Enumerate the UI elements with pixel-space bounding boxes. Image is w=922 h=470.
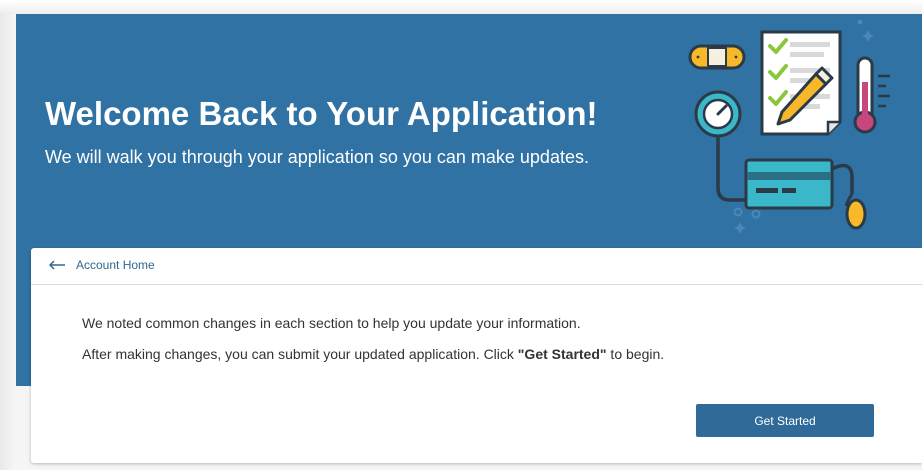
top-edge — [0, 0, 922, 14]
thermometer-icon — [853, 56, 890, 134]
page-frame: Welcome Back to Your Application! We wil… — [0, 0, 922, 470]
arrow-left-icon — [49, 260, 65, 270]
bandage-icon — [688, 44, 746, 70]
card-header: Account Home — [31, 248, 922, 285]
welcome-subtitle: We will walk you through your applicatio… — [45, 147, 589, 167]
get-started-button[interactable]: Get Started — [696, 404, 874, 437]
left-edge — [0, 14, 16, 470]
info-text-changes: We noted common changes in each section … — [82, 315, 581, 331]
info-text-submit-emphasis: "Get Started" — [517, 346, 607, 362]
medical-checklist-illustration — [688, 19, 890, 234]
insurance-card-icon — [744, 158, 834, 210]
info-text-submit-before: After making changes, you can submit you… — [82, 346, 518, 362]
application-card: Account Home We noted common changes in … — [31, 248, 922, 463]
welcome-title: Welcome Back to Your Application! — [45, 95, 598, 132]
info-text-submit-after: to begin. — [606, 346, 665, 362]
account-home-label: Account Home — [76, 258, 155, 272]
account-home-link[interactable]: Account Home — [49, 258, 155, 272]
info-text-submit: After making changes, you can submit you… — [82, 346, 664, 362]
